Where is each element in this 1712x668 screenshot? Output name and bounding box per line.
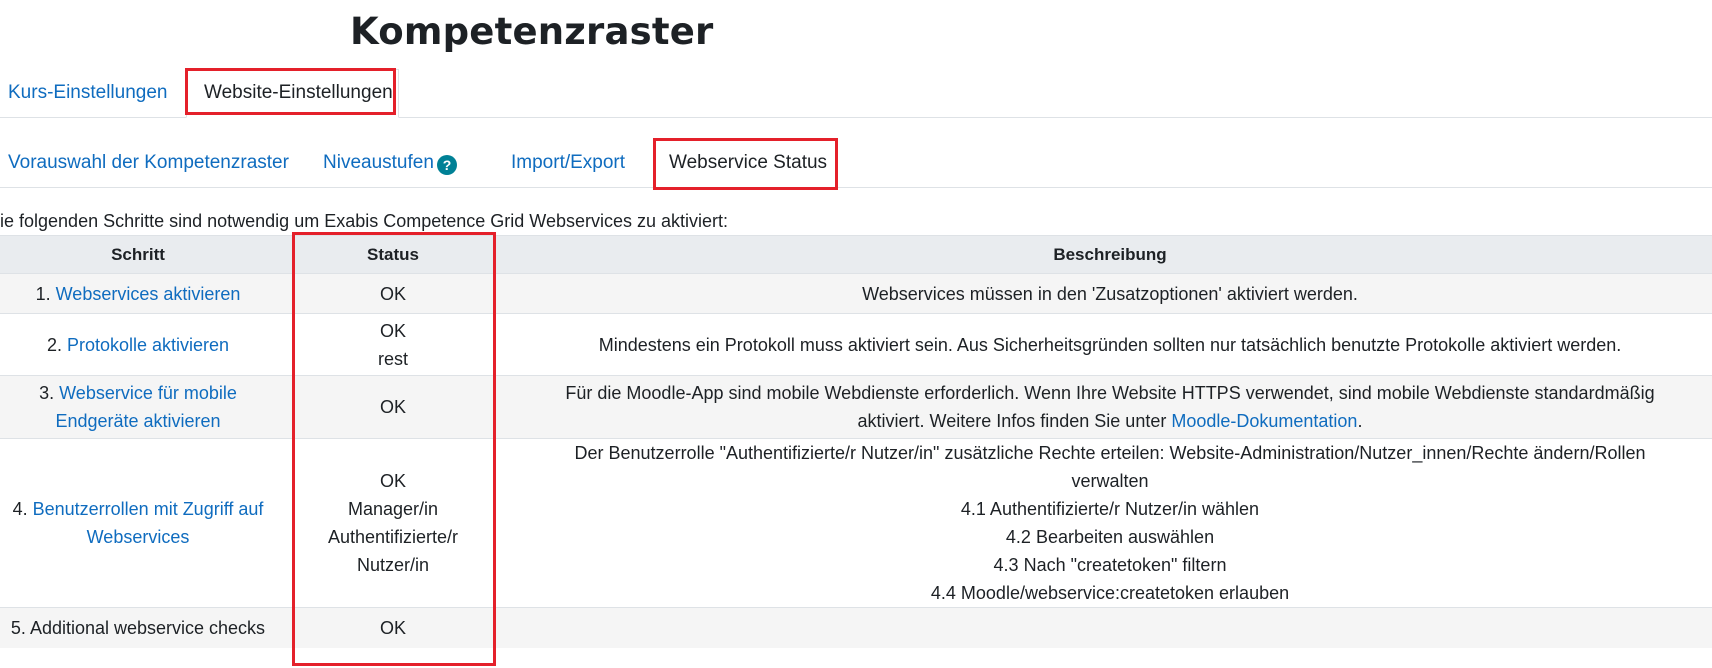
tab-niveaustufen[interactable]: Niveaustufen xyxy=(323,153,434,172)
link-line: Webservices xyxy=(86,527,190,547)
tab-import-export[interactable]: Import/Export xyxy=(511,153,625,172)
highlight-box-webservice-tab xyxy=(653,138,838,190)
highlight-box-status-column xyxy=(292,232,496,666)
description-text: verwalten xyxy=(1071,471,1149,491)
step-label: 5. Additional webservice checks xyxy=(10,617,266,638)
description-text: aktiviert. Weitere Infos finden Sie unte… xyxy=(508,407,1712,435)
step-number: 1. xyxy=(35,283,51,304)
table-row: 5. Additional webservice checks OK xyxy=(0,607,1712,648)
tab-kurs-einstellungen[interactable]: Kurs-Einstellungen xyxy=(8,83,167,102)
step-number: 3. xyxy=(39,383,55,403)
description-cell: Mindestens ein Protokoll muss aktiviert … xyxy=(508,313,1712,376)
description-cell xyxy=(508,607,1712,648)
table-row: 1. Webservices aktivieren OK Webservices… xyxy=(0,273,1712,314)
step-link-benutzerrollen[interactable]: Benutzerrollen mit Zugriff auf Webservice… xyxy=(33,499,264,547)
step-link-webservices-aktivieren[interactable]: Webservices aktivieren xyxy=(56,284,241,304)
link-line: Benutzerrollen mit Zugriff auf xyxy=(32,499,264,519)
table-row: 3. Webservice für mobile Endgeräte aktivi… xyxy=(0,375,1712,439)
table-header-row: Schritt Status Beschreibung xyxy=(0,235,1712,274)
description-cell: Webservices müssen in den 'Zusatzoptione… xyxy=(508,273,1712,314)
step-cell: 1. Webservices aktivieren xyxy=(0,273,278,314)
description-fragment: . xyxy=(1357,411,1363,431)
link-line: Endgeräte aktivieren xyxy=(55,411,221,431)
description-text: Mindestens ein Protokoll muss aktiviert … xyxy=(598,334,1622,355)
step-number: 4. xyxy=(12,499,28,519)
webservice-status-table: Schritt Status Beschreibung 1. Webservic… xyxy=(0,235,1712,648)
highlight-box-website-tab xyxy=(185,68,396,115)
description-step: 4.1 Authentifizierte/r Nutzer/in wählen xyxy=(960,499,1260,519)
page-title: Kompetenzraster xyxy=(350,10,714,53)
description-step: 4.3 Nach "createtoken" filtern xyxy=(993,555,1227,575)
description-text: Der Benutzerrolle "Authentifizierte/r Nu… xyxy=(574,443,1646,463)
table-row: 4. Benutzerrollen mit Zugriff auf Webserv… xyxy=(0,438,1712,608)
step-cell: 2. Protokolle aktivieren xyxy=(0,313,278,376)
secondary-tabs: Vorauswahl der Kompetenzraster Niveaustu… xyxy=(0,130,1712,188)
header-beschreibung: Beschreibung xyxy=(508,235,1712,274)
description-step: 4.4 Moodle/webservice:createtoken erlaub… xyxy=(930,583,1290,603)
step-cell: 4. Benutzerrollen mit Zugriff auf Webserv… xyxy=(0,438,278,608)
tab-vorauswahl[interactable]: Vorauswahl der Kompetenzraster xyxy=(8,153,289,172)
description-cell: Für die Moodle-App sind mobile Webdienst… xyxy=(508,375,1712,439)
description-text: Für die Moodle-App sind mobile Webdienst… xyxy=(565,383,1655,403)
link-line: Webservice für mobile xyxy=(59,383,237,403)
intro-text: ie folgenden Schritte sind notwendig um … xyxy=(0,211,729,231)
moodle-dokumentation-link[interactable]: Moodle-Dokumentation xyxy=(1171,411,1357,431)
description-text: Webservices müssen in den 'Zusatzoptione… xyxy=(862,283,1358,304)
table-row: 2. Protokolle aktivieren OK rest Mindeste… xyxy=(0,313,1712,376)
step-number: 2. xyxy=(46,334,62,355)
description-step: 4.2 Bearbeiten auswählen xyxy=(1005,527,1215,547)
step-cell: 5. Additional webservice checks xyxy=(0,607,278,648)
description-fragment: aktiviert. Weitere Infos finden Sie unte… xyxy=(857,411,1172,431)
help-icon[interactable]: ? xyxy=(437,155,457,175)
step-cell: 3. Webservice für mobile Endgeräte aktivi… xyxy=(0,375,278,439)
description-cell: Der Benutzerrolle "Authentifizierte/r Nu… xyxy=(508,438,1712,608)
step-link-protokolle-aktivieren[interactable]: Protokolle aktivieren xyxy=(67,335,229,355)
step-link-webservice-mobile[interactable]: Webservice für mobile Endgeräte aktiviere… xyxy=(55,383,236,431)
header-schritt: Schritt xyxy=(0,235,278,274)
